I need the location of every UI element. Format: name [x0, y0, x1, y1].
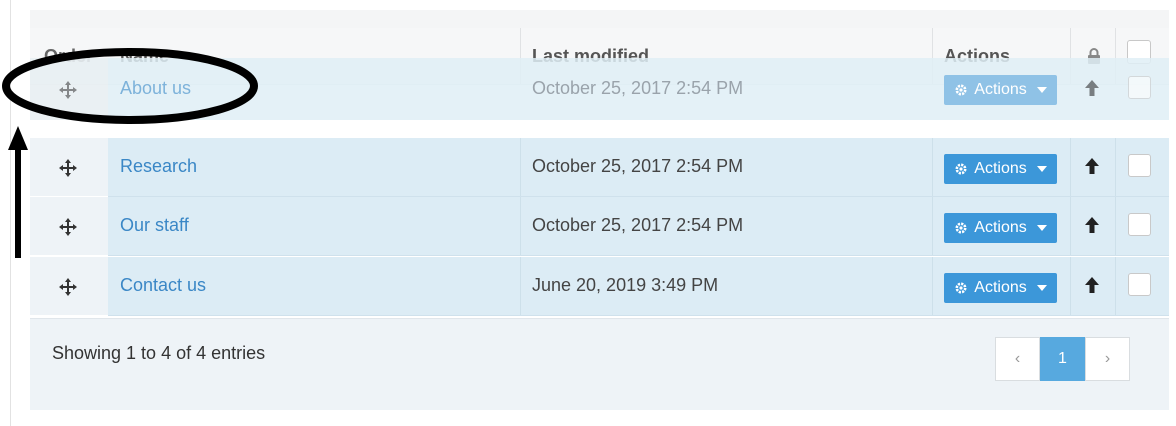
cell-divider [520, 138, 521, 196]
page-name-link[interactable]: Contact us [120, 275, 206, 296]
caret-down-icon [1036, 87, 1047, 93]
top-band [30, 10, 1169, 28]
table-row: Our staff October 25, 2017 2:54 PM Actio… [30, 197, 1169, 256]
last-modified-date: October 25, 2017 2:54 PM [532, 215, 744, 235]
arrow-up-icon[interactable] [1084, 216, 1100, 234]
row-checkbox[interactable] [1128, 273, 1151, 296]
caret-down-icon [1036, 285, 1047, 291]
cell-divider [520, 257, 521, 315]
table-row: Research October 25, 2017 2:54 PM Action… [30, 138, 1169, 197]
cell-divider [932, 138, 933, 196]
actions-button[interactable]: Actions [944, 154, 1057, 184]
actions-label: Actions [974, 279, 1027, 296]
pagination: ‹ 1 › [995, 337, 1130, 381]
move-icon[interactable] [58, 158, 78, 178]
table-row: Contact us June 20, 2019 3:49 PM Actions [30, 257, 1169, 316]
move-icon[interactable] [58, 217, 78, 237]
arrow-up-icon[interactable] [1084, 157, 1100, 175]
cell-divider [1115, 257, 1116, 315]
page-name-link[interactable]: Our staff [120, 215, 189, 236]
arrow-up-icon[interactable] [1084, 79, 1100, 97]
row-checkbox[interactable] [1128, 154, 1151, 177]
cell-divider [1070, 138, 1071, 196]
actions-button[interactable]: Actions [944, 75, 1057, 105]
row-checkbox[interactable] [1128, 213, 1151, 236]
last-modified-date: June 20, 2019 3:49 PM [532, 275, 719, 295]
actions-button[interactable]: Actions [944, 213, 1057, 243]
page-1-button[interactable]: 1 [1040, 337, 1085, 381]
entries-info: Showing 1 to 4 of 4 entries [52, 343, 266, 363]
cell-divider [1070, 197, 1071, 255]
row-checkbox[interactable] [1128, 76, 1151, 99]
actions-label: Actions [974, 160, 1027, 177]
caret-down-icon [1036, 166, 1047, 172]
cell-divider [932, 197, 933, 255]
move-icon[interactable] [58, 277, 78, 297]
caret-down-icon [1036, 225, 1047, 231]
page-name-link[interactable]: Research [120, 156, 197, 177]
actions-label: Actions [974, 81, 1027, 98]
cell-divider [1115, 138, 1116, 196]
actions-label: Actions [974, 219, 1027, 236]
arrow-up-icon[interactable] [1084, 276, 1100, 294]
last-modified-date: October 25, 2017 2:54 PM [532, 78, 744, 98]
cell-divider [932, 257, 933, 315]
actions-button[interactable]: Actions [944, 273, 1057, 303]
gear-icon [955, 282, 967, 294]
gear-icon [955, 163, 967, 175]
table-footer: Showing 1 to 4 of 4 entries ‹ 1 › [30, 318, 1169, 410]
prev-page-button[interactable]: ‹ [995, 337, 1040, 381]
gear-icon [955, 222, 967, 234]
cell-divider [520, 197, 521, 255]
cell-divider [1070, 257, 1071, 315]
highlight-ellipse [2, 48, 258, 124]
cell-divider [1115, 197, 1116, 255]
gear-icon [955, 84, 967, 96]
next-page-button[interactable]: › [1085, 337, 1130, 381]
annotation-arrow [8, 126, 28, 258]
last-modified-date: October 25, 2017 2:54 PM [532, 156, 744, 176]
